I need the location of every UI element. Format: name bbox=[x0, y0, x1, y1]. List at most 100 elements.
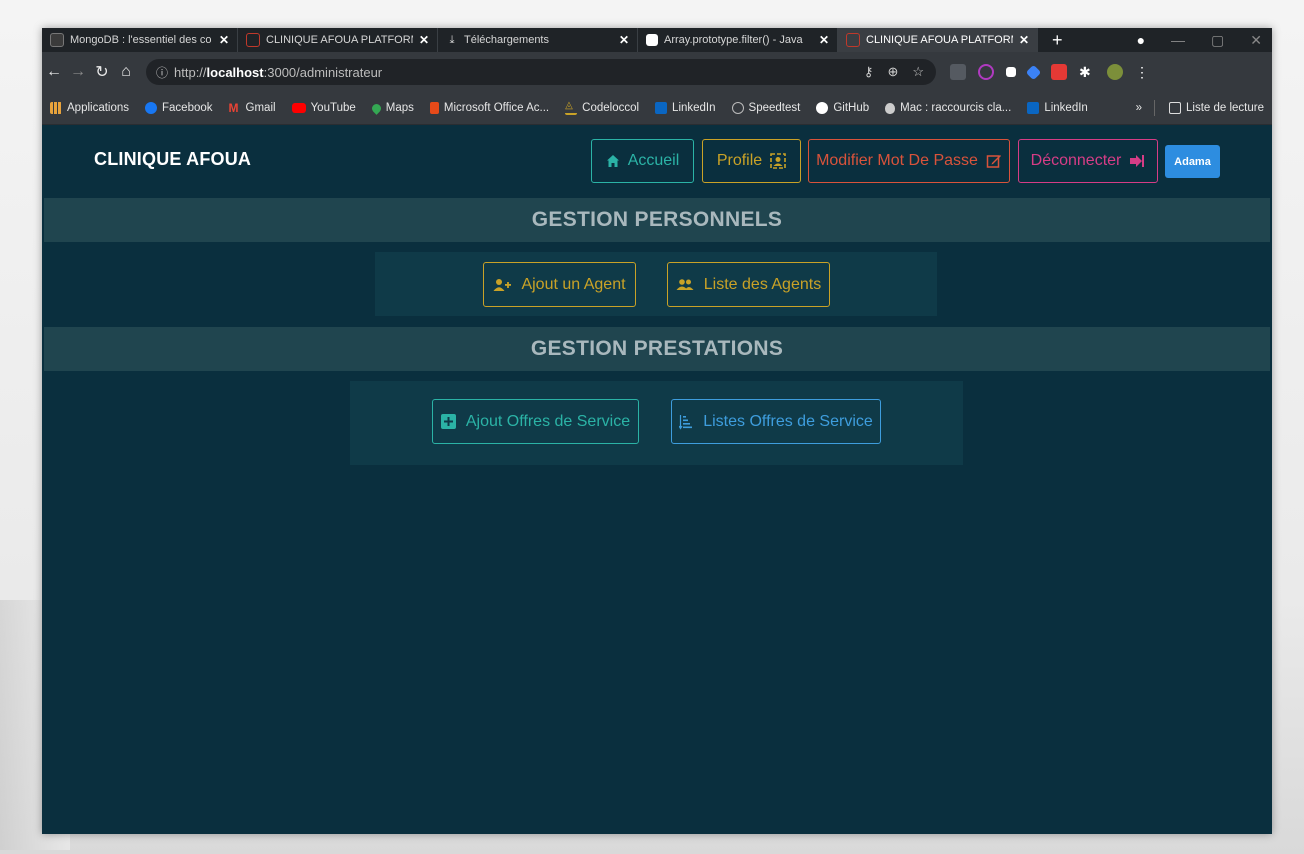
brand-logo[interactable]: CLINIQUE AFOUA bbox=[94, 149, 251, 170]
apps-grid-icon bbox=[50, 102, 62, 114]
list-offres-label: Listes Offres de Service bbox=[703, 412, 873, 430]
list-agents-button[interactable]: Liste des Agents bbox=[667, 262, 830, 307]
personnels-panel: Ajout un Agent Liste des Agents bbox=[375, 252, 937, 316]
window-close-icon[interactable]: ✕ bbox=[1250, 32, 1262, 49]
tab-label: Array.prototype.filter() - Java bbox=[664, 34, 803, 46]
bookmark-codeloccol[interactable]: ◬ Codeloccol bbox=[557, 101, 647, 115]
bookmark-mac[interactable]: Mac : raccourcis cla... bbox=[877, 102, 1019, 114]
bookmark-label: Gmail bbox=[245, 102, 276, 114]
avatar[interactable] bbox=[1107, 64, 1123, 80]
bookmark-label: Microsoft Office Ac... bbox=[443, 102, 550, 114]
close-icon[interactable]: ✕ bbox=[1019, 33, 1029, 47]
bookmark-maps[interactable]: Maps bbox=[364, 101, 422, 115]
linkedin-icon bbox=[1027, 102, 1040, 114]
download-icon: ⤓ bbox=[449, 34, 455, 46]
bookmark-linkedin-1[interactable]: LinkedIn bbox=[647, 102, 723, 114]
address-bar[interactable]: ⓘ http://localhost:3000/administrateur ⚷… bbox=[146, 59, 936, 85]
bookmark-speedtest[interactable]: Speedtest bbox=[724, 102, 809, 114]
mongodb-leaf-icon bbox=[50, 33, 64, 47]
linkedin-icon bbox=[655, 102, 668, 114]
profile-dot-icon[interactable]: ● bbox=[1137, 32, 1145, 49]
sort-amount-icon bbox=[679, 414, 693, 430]
extension-v-icon[interactable] bbox=[950, 64, 966, 80]
menu-kebab-icon[interactable]: ⋮ bbox=[1135, 64, 1149, 80]
new-tab-button[interactable]: + bbox=[1038, 30, 1077, 51]
close-icon[interactable]: ✕ bbox=[419, 33, 429, 47]
modifier-mdp-label: Modifier Mot De Passe bbox=[816, 152, 978, 169]
star-icon[interactable]: ☆ bbox=[912, 64, 924, 80]
maximize-icon[interactable]: ▢ bbox=[1211, 32, 1224, 49]
extension-tag-icon[interactable] bbox=[1025, 64, 1042, 80]
bookmarks-bar: Applications Facebook M Gmail YouTube Ma… bbox=[42, 92, 1272, 125]
extensions-bar: ✱ ⋮ bbox=[950, 64, 1149, 80]
bookmark-label: LinkedIn bbox=[1044, 102, 1088, 114]
bookmark-youtube[interactable]: YouTube bbox=[284, 102, 364, 114]
close-icon[interactable]: ✕ bbox=[819, 33, 829, 47]
accueil-label: Accueil bbox=[627, 152, 680, 169]
bookmark-office[interactable]: Microsoft Office Ac... bbox=[422, 102, 557, 114]
minimize-icon[interactable]: — bbox=[1171, 32, 1185, 49]
sign-out-icon bbox=[1129, 154, 1145, 168]
close-icon[interactable]: ✕ bbox=[219, 33, 229, 47]
tab-mongodb[interactable]: MongoDB : l'essentiel des co ✕ bbox=[42, 28, 238, 52]
bookmark-label: Mac : raccourcis cla... bbox=[900, 102, 1012, 114]
bookmark-label: GitHub bbox=[833, 102, 870, 114]
gmail-icon: M bbox=[228, 101, 239, 115]
bookmark-gmail[interactable]: M Gmail bbox=[221, 102, 284, 114]
bookmark-label: Codeloccol bbox=[582, 102, 640, 114]
app-content: CLINIQUE AFOUA Accueil Profile Modifier … bbox=[42, 125, 1272, 834]
tab-clinique-1[interactable]: CLINIQUE AFOUA PLATFORM ✕ bbox=[238, 28, 438, 52]
github-icon bbox=[816, 102, 829, 114]
bookmarks-overflow-button[interactable]: » bbox=[1136, 102, 1148, 114]
prestations-panel: Ajout Offres de Service Listes Offres de… bbox=[350, 381, 963, 465]
url-prefix: http:// bbox=[174, 64, 207, 80]
accueil-button[interactable]: Accueil bbox=[591, 139, 694, 183]
close-icon[interactable]: ✕ bbox=[619, 33, 629, 47]
bookmark-facebook[interactable]: Facebook bbox=[137, 102, 221, 114]
zoom-icon[interactable]: ⊕ bbox=[887, 64, 898, 80]
bookmark-label: YouTube bbox=[310, 102, 356, 114]
react-icon bbox=[846, 33, 860, 47]
deconnecter-button[interactable]: Déconnecter bbox=[1018, 139, 1158, 183]
reading-list-label: Liste de lecture bbox=[1186, 102, 1264, 114]
user-badge[interactable]: Adama bbox=[1165, 145, 1220, 178]
mdn-icon bbox=[646, 34, 658, 46]
home-icon[interactable]: ⌂ bbox=[114, 63, 138, 81]
browser-window: MongoDB : l'essentiel des co ✕ CLINIQUE … bbox=[42, 28, 1272, 834]
add-agent-button[interactable]: Ajout un Agent bbox=[483, 262, 636, 307]
tab-clinique-active[interactable]: CLINIQUE AFOUA PLATFORM ✕ bbox=[838, 28, 1038, 52]
url-host: localhost bbox=[206, 64, 264, 80]
reading-list-icon bbox=[1169, 102, 1181, 114]
extension-radio-icon[interactable] bbox=[978, 64, 994, 80]
reload-icon[interactable]: ↻ bbox=[90, 62, 114, 82]
apple-icon bbox=[885, 102, 896, 114]
tab-strip: MongoDB : l'essentiel des co ✕ CLINIQUE … bbox=[42, 28, 1272, 52]
app-navbar: CLINIQUE AFOUA Accueil Profile Modifier … bbox=[42, 125, 1272, 197]
key-icon[interactable]: ⚷ bbox=[864, 64, 874, 80]
user-plus-icon bbox=[493, 278, 512, 292]
bookmark-applications[interactable]: Applications bbox=[42, 102, 137, 114]
tab-mdn[interactable]: Array.prototype.filter() - Java ✕ bbox=[638, 28, 838, 52]
profile-button[interactable]: Profile bbox=[702, 139, 801, 183]
section-title-personnels: GESTION PERSONNELS bbox=[44, 198, 1270, 242]
info-icon[interactable]: ⓘ bbox=[156, 64, 168, 81]
reading-list-button[interactable]: Liste de lecture bbox=[1161, 102, 1272, 114]
user-portrait-icon bbox=[770, 153, 786, 169]
tab-label: CLINIQUE AFOUA PLATFORM bbox=[266, 34, 413, 46]
bookmark-github[interactable]: GitHub bbox=[808, 102, 877, 114]
list-offres-service-button[interactable]: Listes Offres de Service bbox=[671, 399, 881, 444]
extension-pen-icon[interactable] bbox=[1006, 67, 1016, 77]
tab-downloads[interactable]: ⤓ Téléchargements ✕ bbox=[438, 28, 638, 52]
add-offre-service-button[interactable]: Ajout Offres de Service bbox=[432, 399, 639, 444]
puzzle-icon[interactable]: ✱ bbox=[1079, 64, 1095, 80]
browser-toolbar: ← → ↻ ⌂ ⓘ http://localhost:3000/administ… bbox=[42, 52, 1272, 92]
forward-icon[interactable]: → bbox=[66, 63, 90, 81]
url-path: :3000/administrateur bbox=[263, 64, 383, 80]
extension-red-icon[interactable] bbox=[1051, 64, 1067, 80]
bookmark-linkedin-2[interactable]: LinkedIn bbox=[1019, 102, 1095, 114]
back-icon[interactable]: ← bbox=[42, 63, 66, 81]
react-icon bbox=[246, 33, 260, 47]
codeloccol-icon: ◬ bbox=[565, 101, 578, 115]
modifier-mot-de-passe-button[interactable]: Modifier Mot De Passe bbox=[808, 139, 1010, 183]
add-offre-label: Ajout Offres de Service bbox=[465, 412, 631, 430]
